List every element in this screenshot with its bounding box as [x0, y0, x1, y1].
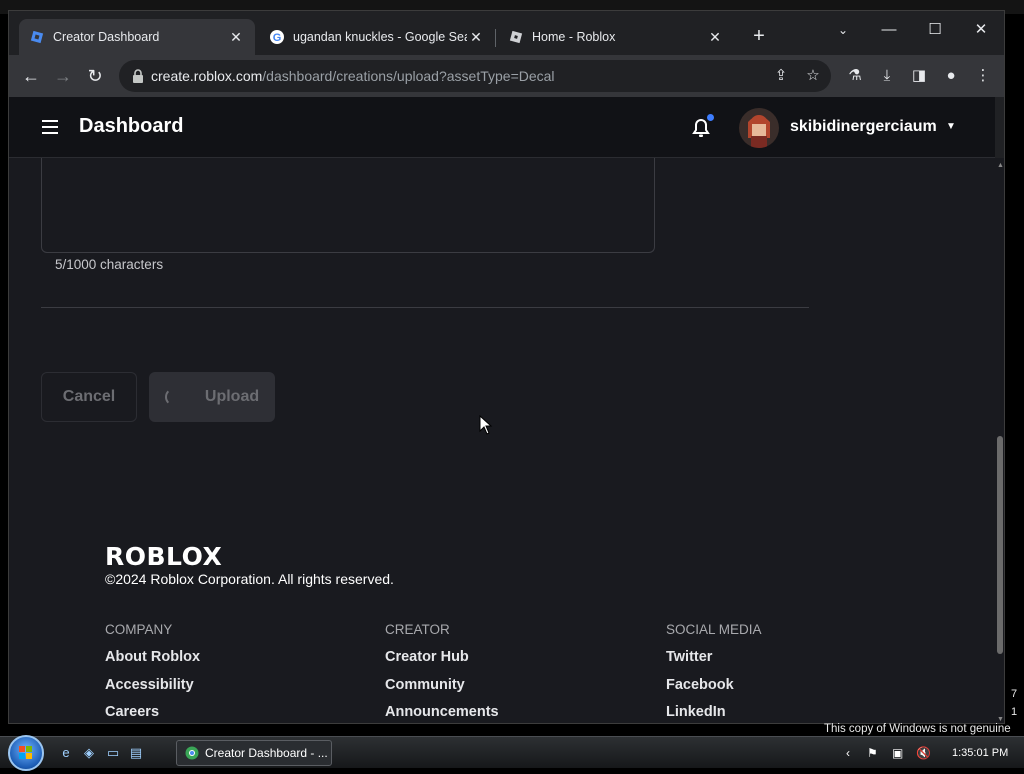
address-bar[interactable]: create.roblox.com/dashboard/creations/up…	[119, 60, 831, 92]
close-tab-icon[interactable]: ✕	[467, 29, 485, 46]
windows-logo-icon	[19, 746, 32, 759]
window-switcher-icon[interactable]: ▤	[128, 745, 144, 761]
section-divider	[41, 307, 809, 308]
url-path: /dashboard/creations/upload?assetType=De…	[262, 68, 555, 84]
browser-toolbar: ← → ↻ create.roblox.com/dashboard/creati…	[9, 55, 1004, 97]
new-tab-button[interactable]: +	[747, 25, 771, 49]
tab-title: Creator Dashboard	[53, 30, 160, 44]
character-count: 5/1000 characters	[55, 257, 164, 272]
tab-title: Home - Roblox	[532, 30, 616, 44]
tab-separator	[495, 29, 496, 47]
tab-search-chevron-icon[interactable]: ⌄	[820, 15, 866, 45]
profile-icon[interactable]: ●	[940, 65, 962, 87]
labs-flask-icon[interactable]: ⚗	[844, 65, 866, 87]
cancel-label: Cancel	[62, 388, 116, 405]
page-title: Dashboard	[79, 115, 184, 137]
action-center-flag-icon[interactable]: ⚑	[867, 746, 878, 760]
app-cube-icon[interactable]: ◈	[81, 745, 97, 761]
browser-window: Creator Dashboard ✕ G ugandan knuckles -…	[8, 10, 1005, 724]
close-window-icon[interactable]: ✕	[958, 15, 1004, 45]
dashboard-header: Dashboard skibidinergerciaum ▼	[9, 97, 995, 158]
page-viewport: 5/1000 characters Cancel Upload ROBLOX ©…	[9, 97, 995, 723]
scroll-up-arrow-icon[interactable]: ▲	[997, 162, 1004, 169]
url-text: create.roblox.com/dashboard/creations/up…	[151, 68, 555, 84]
edge-digit: 1	[1011, 706, 1018, 718]
maximize-icon[interactable]: ☐	[912, 15, 958, 45]
taskbar-item-label: Creator Dashboard - ...	[205, 746, 328, 760]
loading-spinner-icon	[164, 388, 183, 406]
username[interactable]: skibidinergerciaum	[790, 118, 937, 136]
forward-arrow-icon[interactable]: →	[50, 64, 76, 88]
roblox-logo[interactable]: ROBLOX	[105, 542, 222, 571]
footer-link-community[interactable]: Community	[385, 675, 645, 703]
notification-badge	[707, 114, 714, 121]
upload-label: Upload	[204, 388, 260, 405]
reload-icon[interactable]: ↻	[82, 64, 108, 88]
system-clock[interactable]: 1:35:01 PM	[952, 747, 1008, 759]
scrollbar-thumb[interactable]	[997, 436, 1003, 654]
footer-link-announcements[interactable]: Announcements	[385, 702, 645, 723]
footer-heading: CREATOR	[385, 622, 450, 637]
edge-digit: 7	[1011, 688, 1018, 700]
lock-icon	[133, 69, 143, 83]
network-icon[interactable]: ▣	[892, 746, 903, 760]
menu-kebab-icon[interactable]: ⋮	[972, 65, 994, 87]
chrome-icon	[185, 746, 199, 760]
footer-column-social: SOCIAL MEDIA Twitter Facebook LinkedIn	[666, 622, 926, 723]
close-tab-icon[interactable]: ✕	[227, 29, 245, 46]
url-host: create.roblox.com	[151, 68, 263, 84]
tray-expand-chevron-icon[interactable]: ‹	[846, 746, 850, 760]
footer-link-careers[interactable]: Careers	[105, 702, 365, 723]
google-icon: G	[269, 29, 285, 45]
show-desktop-icon[interactable]: ▭	[105, 745, 121, 761]
cancel-button[interactable]: Cancel	[41, 372, 137, 422]
footer-column-company: COMPANY About Roblox Accessibility Caree…	[105, 622, 365, 723]
footer-heading: SOCIAL MEDIA	[666, 622, 762, 637]
footer-link-twitter[interactable]: Twitter	[666, 647, 926, 675]
footer-link-accessibility[interactable]: Accessibility	[105, 675, 365, 703]
volume-muted-icon[interactable]: 🔇	[916, 746, 931, 760]
share-icon[interactable]: ⇪	[771, 66, 791, 86]
footer-link-linkedin[interactable]: LinkedIn	[666, 702, 926, 723]
footer-heading: COMPANY	[105, 622, 173, 637]
roblox-icon	[508, 29, 524, 45]
roblox-studio-icon	[29, 29, 45, 45]
copyright-text: ©2024 Roblox Corporation. All rights res…	[105, 571, 394, 587]
minimize-icon[interactable]: —	[866, 15, 912, 45]
windows-taskbar: e ◈ ▭ ▤ Creator Dashboard - ... ‹ ⚑ ▣ 🔇 …	[0, 735, 1024, 771]
hamburger-menu-icon[interactable]	[42, 120, 58, 134]
back-arrow-icon[interactable]: ←	[18, 64, 44, 88]
avatar[interactable]	[739, 108, 779, 148]
tab-home-roblox[interactable]: Home - Roblox ✕	[498, 19, 734, 55]
svg-text:G: G	[273, 32, 282, 44]
caret-down-icon[interactable]: ▼	[946, 121, 956, 132]
windows-genuine-watermark: This copy of Windows is not genuine	[824, 723, 1011, 735]
page-scrollbar[interactable]: ▲ ▼	[995, 158, 1004, 723]
upload-button[interactable]: Upload	[149, 372, 275, 422]
scroll-down-arrow-icon[interactable]: ▼	[997, 716, 1004, 723]
taskbar-item-creator-dashboard[interactable]: Creator Dashboard - ...	[176, 740, 332, 766]
bookmark-star-icon[interactable]: ☆	[803, 66, 823, 86]
footer-link-facebook[interactable]: Facebook	[666, 675, 926, 703]
footer-link-creator-hub[interactable]: Creator Hub	[385, 647, 645, 675]
tab-google-search[interactable]: G ugandan knuckles - Google Sea ✕	[259, 19, 495, 55]
footer-column-creator: CREATOR Creator Hub Community Announceme…	[385, 622, 645, 723]
download-icon[interactable]: ⤓	[876, 65, 898, 87]
side-panel-icon[interactable]: ◨	[908, 65, 930, 87]
internet-explorer-icon[interactable]: e	[58, 745, 74, 761]
tab-strip: Creator Dashboard ✕ G ugandan knuckles -…	[9, 11, 1004, 55]
tab-title: ugandan knuckles - Google Sea	[293, 30, 467, 44]
mouse-cursor-icon	[479, 415, 493, 435]
close-tab-icon[interactable]: ✕	[706, 29, 724, 46]
footer-link-about[interactable]: About Roblox	[105, 647, 365, 675]
start-button[interactable]	[8, 735, 44, 771]
description-textarea[interactable]	[41, 153, 655, 253]
tab-creator-dashboard[interactable]: Creator Dashboard ✕	[19, 19, 255, 55]
